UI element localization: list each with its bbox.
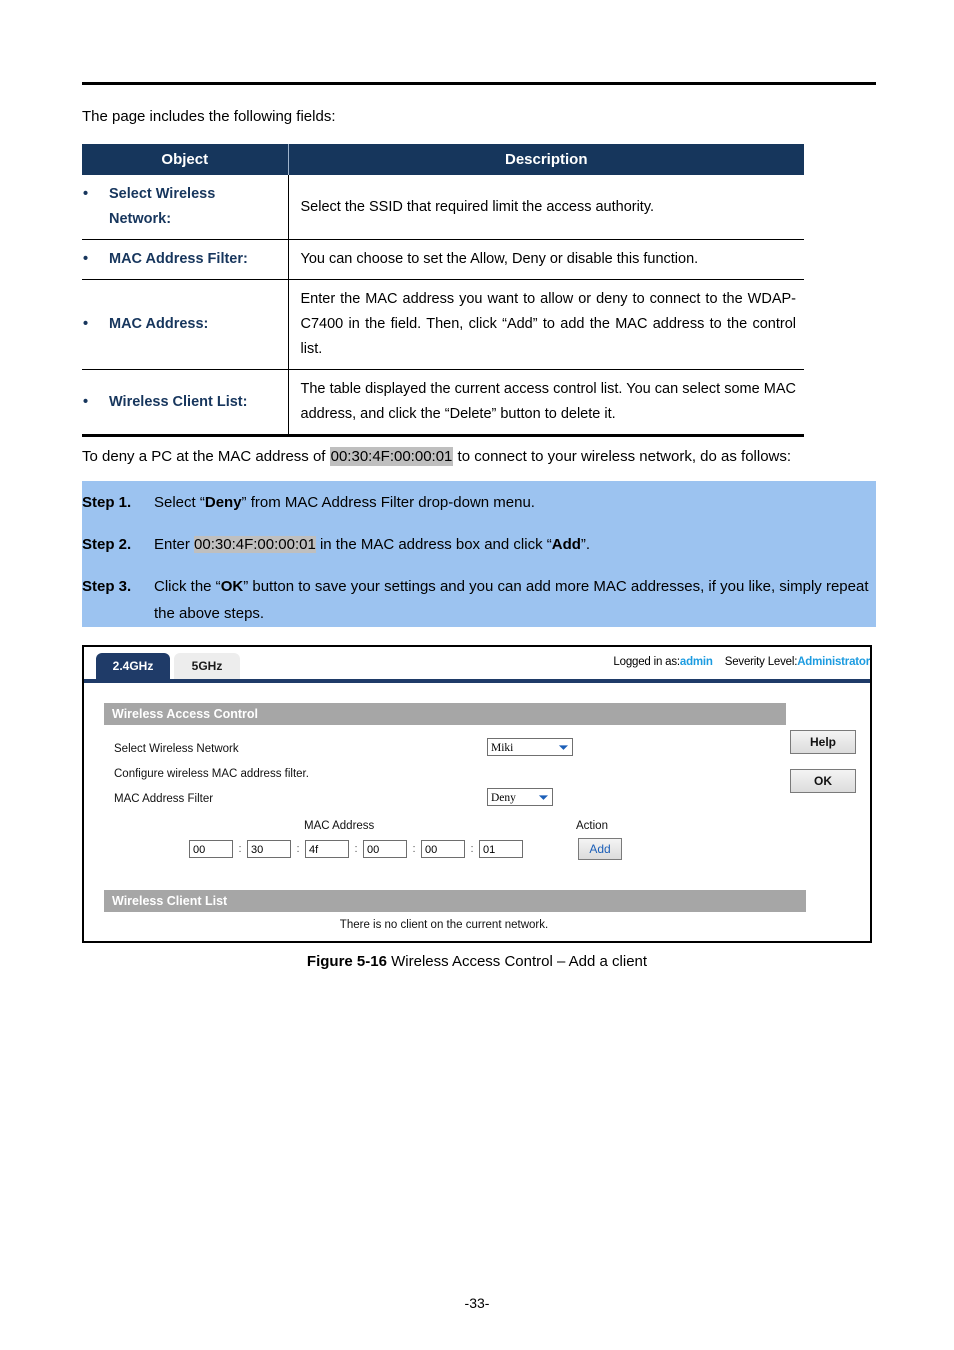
help-button[interactable]: Help — [790, 730, 856, 754]
field-object-label: Select Wireless — [109, 186, 216, 202]
page-number: -33- — [464, 1295, 490, 1311]
step-text: Enter 00:30:4F:00:00:01 in the MAC addre… — [154, 531, 876, 558]
step-label: Step 3. — [82, 578, 132, 595]
select-wireless-network-value: Miki — [491, 742, 514, 754]
header-divider — [82, 82, 876, 85]
empty-client-list-message: There is no client on the current networ… — [339, 919, 549, 931]
field-object-cell: MAC Address: — [82, 279, 289, 370]
mac-address-filter-value: Deny — [491, 792, 516, 804]
mac-address-filter-dropdown[interactable]: Deny ⏷ — [487, 788, 553, 806]
label-mac-address-filter: MAC Address Filter — [114, 793, 214, 805]
mac-octet-input-6[interactable]: 01 — [479, 840, 523, 858]
config-note-text: Configure wireless MAC address filter. — [114, 768, 309, 780]
intro-text: The page includes the following fields: — [82, 108, 336, 125]
severity-value: Administrator — [797, 656, 870, 668]
table-header-row: Object Description — [82, 144, 804, 175]
field-object-cell: Select Wireless Network: — [82, 175, 289, 240]
mac-octet-input-1[interactable]: 00 — [189, 840, 233, 858]
plain-text: ” from MAC Address Filter drop-down menu… — [241, 494, 535, 511]
table-row: MAC Address Filter: You can choose to se… — [82, 239, 804, 280]
mac-separator: : — [238, 843, 242, 855]
column-header-action: Action — [576, 820, 608, 832]
document-page: The page includes the following fields: … — [0, 0, 954, 1350]
login-status: Logged in as:admin Severity Level:Adminis… — [613, 656, 870, 668]
logged-in-label: Logged in as: — [613, 656, 680, 668]
plain-text: ” button to save your settings and you c… — [154, 578, 869, 622]
emphasis-text: OK — [220, 578, 244, 595]
tab-2-4ghz[interactable]: 2.4GHz — [96, 653, 170, 679]
emphasis-text: Add — [551, 536, 581, 553]
fields-table: Object Description Select Wireless Netwo… — [82, 144, 804, 437]
mac-octet-input-4[interactable]: 00 — [363, 840, 407, 858]
mac-highlight: 00:30:4F:00:00:01 — [194, 536, 316, 553]
field-object-label-cont: Network: — [109, 211, 172, 227]
ok-button[interactable]: OK — [790, 769, 856, 793]
mac-separator: : — [354, 843, 358, 855]
plain-text: Select “ — [154, 494, 205, 511]
table-row: MAC Address: Enter the MAC address you w… — [82, 279, 804, 370]
severity-label: Severity Level: — [724, 656, 798, 668]
deny-text-after: to connect to your wireless network, do … — [453, 448, 792, 465]
mac-separator: : — [412, 843, 416, 855]
mac-address-input-group: 00 : 30 : 4f : 00 : 00 : 01 — [189, 840, 523, 858]
field-description-cell: The table displayed the current access c… — [288, 369, 804, 437]
emphasis-text: Deny — [204, 494, 242, 511]
steps-panel: Step 1. Select “Deny” from MAC Address F… — [82, 481, 876, 627]
field-object-label: Wireless Client List: — [109, 393, 248, 410]
section-header-wireless-client-list: Wireless Client List — [104, 890, 806, 912]
plain-text: Enter — [154, 536, 195, 553]
field-description-cell: Select the SSID that required limit the … — [288, 175, 804, 240]
table-row: Wireless Client List: The table displaye… — [82, 369, 804, 437]
column-header-description: Description — [287, 144, 804, 175]
tab-5ghz[interactable]: 5GHz — [174, 653, 240, 679]
mac-octet-input-5[interactable]: 00 — [421, 840, 465, 858]
step-label: Step 2. — [82, 536, 132, 553]
step-text: Click the “OK” button to save your setti… — [154, 573, 876, 627]
field-object-cell: Wireless Client List: — [82, 369, 289, 437]
chevron-down-icon: ⏷ — [559, 742, 568, 754]
field-object-cell: MAC Address Filter: — [82, 239, 289, 280]
deny-text-before: To deny a PC at the MAC address of — [82, 448, 330, 465]
field-object-label: MAC Address: — [109, 316, 209, 332]
plain-text: ”. — [580, 536, 591, 553]
add-button[interactable]: Add — [578, 838, 622, 860]
deny-mac-highlight: 00:30:4F:00:00:01 — [329, 447, 454, 466]
mac-octet-input-3[interactable]: 4f — [305, 840, 349, 858]
step-text: Select “Deny” from MAC Address Filter dr… — [154, 489, 876, 516]
section-header-access-control: Wireless Access Control — [104, 703, 786, 725]
field-object-label: MAC Address Filter: — [109, 251, 248, 267]
plain-text: in the MAC address box and click “ — [315, 536, 552, 553]
figure-caption-number: Figure 5-16 — [306, 953, 387, 970]
mac-separator: : — [470, 843, 474, 855]
table-row: Select Wireless Network: Select the SSID… — [82, 175, 804, 240]
chevron-down-icon: ⏷ — [539, 792, 548, 804]
router-ui-screenshot: 2.4GHz 5GHz Logged in as:admin Severity L… — [82, 645, 872, 943]
deny-instruction: To deny a PC at the MAC address of 00:30… — [82, 446, 791, 467]
field-description-cell: You can choose to set the Allow, Deny or… — [288, 239, 804, 280]
router-topbar: 2.4GHz 5GHz Logged in as:admin Severity L… — [84, 647, 870, 683]
figure-caption-text: Wireless Access Control – Add a client — [386, 953, 648, 970]
column-header-object: Object — [82, 144, 288, 175]
label-select-wireless-network: Select Wireless Network — [114, 743, 239, 755]
figure-caption: Figure 5-16 Wireless Access Control – Ad… — [0, 953, 954, 970]
mac-octet-input-2[interactable]: 30 — [247, 840, 291, 858]
plain-text: Click the “ — [154, 578, 221, 595]
column-header-mac-address: MAC Address — [304, 820, 375, 832]
step-label: Step 1. — [82, 494, 132, 511]
logged-in-user: admin — [679, 656, 713, 668]
mac-separator: : — [296, 843, 300, 855]
select-wireless-network-dropdown[interactable]: Miki ⏷ — [487, 738, 573, 756]
field-description-cell: Enter the MAC address you want to allow … — [288, 279, 804, 370]
